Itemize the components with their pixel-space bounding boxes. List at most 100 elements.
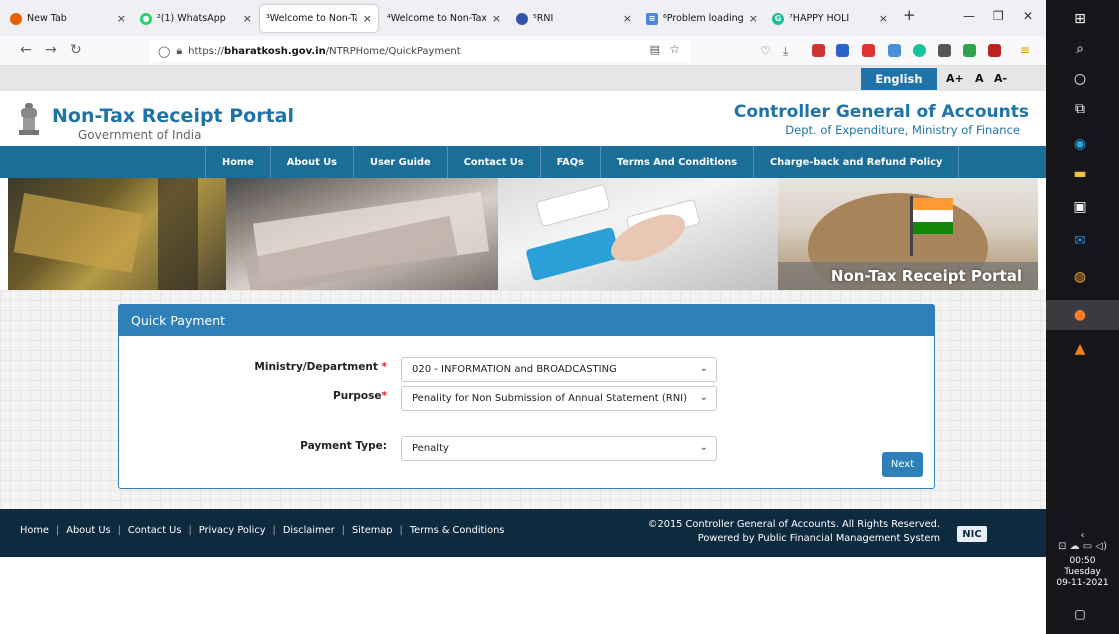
- rni-icon: [516, 12, 528, 25]
- ministry-label-text: Ministry/Department: [254, 361, 378, 373]
- url-prefix: https://: [188, 45, 225, 57]
- required-marker: *: [381, 361, 388, 373]
- clock-day: Tuesday: [1064, 567, 1101, 577]
- menu-faqs[interactable]: FAQs: [541, 146, 601, 178]
- payment-type-label: Payment Type:: [300, 440, 387, 452]
- close-icon[interactable]: ×: [243, 12, 252, 25]
- extension-icon[interactable]: [963, 44, 976, 57]
- file-explorer-icon[interactable]: ▬: [1069, 163, 1091, 185]
- menu-terms[interactable]: Terms And Conditions: [601, 146, 755, 178]
- taskbar-clock[interactable]: 00:50 Tuesday 09-11-2021: [1046, 556, 1119, 589]
- footer-link-about[interactable]: About Us: [66, 525, 110, 536]
- browser-nav-bar: ← → ↻ ◯ 🔒︎ https://bharatkosh.gov.in/NTR…: [0, 36, 1046, 66]
- tab-title: ⁴Welcome to Non-Tax Rec: [387, 13, 486, 24]
- tab-title: ⁶Problem loading pa: [663, 13, 743, 24]
- tab-welcome-2[interactable]: ⁴Welcome to Non-Tax Rec ×: [381, 5, 507, 32]
- footer-link-contact[interactable]: Contact Us: [128, 525, 182, 536]
- extension-icon[interactable]: [836, 44, 849, 57]
- extension-icon[interactable]: [888, 44, 901, 57]
- menu-icon[interactable]: ≡: [1020, 43, 1030, 57]
- tab-problem-loading[interactable]: ≡ ⁶Problem loading pa ×: [640, 5, 764, 32]
- cortana-icon[interactable]: ○: [1069, 68, 1091, 90]
- close-icon[interactable]: ×: [879, 12, 888, 25]
- reload-icon[interactable]: ↻: [70, 42, 82, 58]
- banner-caption: Non-Tax Receipt Portal: [830, 267, 1022, 285]
- tab-welcome-active[interactable]: ³Welcome to Non-Tax Rec ×: [260, 5, 378, 32]
- tab-new-tab[interactable]: New Tab ×: [4, 5, 132, 32]
- chevron-down-icon: ⌄: [699, 442, 708, 453]
- portal-title[interactable]: Non-Tax Receipt Portal: [52, 105, 294, 127]
- ministry-of-finance-image: [8, 178, 226, 290]
- firefox-icon: [10, 12, 22, 25]
- notification-icon[interactable]: ▢: [1069, 603, 1091, 625]
- extension-icon[interactable]: [988, 44, 1001, 57]
- copyright-text: ©2015 Controller General of Accounts. Al…: [647, 519, 940, 530]
- close-icon[interactable]: ×: [492, 12, 501, 25]
- new-tab-button[interactable]: +: [903, 6, 916, 24]
- purpose-select[interactable]: Penality for Non Submission of Annual St…: [401, 386, 717, 411]
- site-header: Non-Tax Receipt Portal Government of Ind…: [0, 91, 1046, 146]
- menu-contact-us[interactable]: Contact Us: [448, 146, 541, 178]
- chrome-icon[interactable]: ◍: [1069, 266, 1091, 288]
- forward-icon[interactable]: →: [45, 42, 57, 58]
- ministry-select[interactable]: 020 - INFORMATION and BROADCASTING ⌄: [401, 357, 717, 382]
- extension-icon[interactable]: [862, 44, 875, 57]
- close-icon[interactable]: ×: [363, 12, 372, 25]
- payment-type-select[interactable]: Penalty ⌄: [401, 436, 717, 461]
- footer-link-home[interactable]: Home: [20, 525, 49, 536]
- footer-copyright: ©2015 Controller General of Accounts. Al…: [648, 518, 940, 546]
- purpose-label: Purpose*: [119, 390, 387, 402]
- bookmark-star-icon[interactable]: ☆: [669, 42, 680, 56]
- clock-time: 00:50: [1069, 556, 1096, 566]
- reader-view-icon[interactable]: ▤: [650, 43, 660, 56]
- language-button[interactable]: English: [861, 68, 937, 90]
- font-normal-button[interactable]: A: [975, 72, 984, 85]
- minimize-icon[interactable]: —: [963, 9, 975, 23]
- purpose-label-text: Purpose: [333, 390, 382, 402]
- download-icon[interactable]: ⤓: [783, 44, 788, 59]
- restore-icon[interactable]: ❐: [993, 9, 1004, 23]
- pocket-icon[interactable]: ♡: [760, 44, 771, 58]
- footer-link-terms[interactable]: Terms & Conditions: [410, 525, 505, 536]
- tab-rni[interactable]: ⁵RNI ×: [510, 5, 638, 32]
- tab-happy-holi[interactable]: G ⁷HAPPY HOLI ×: [766, 5, 894, 32]
- footer-link-disclaimer[interactable]: Disclaimer: [283, 525, 335, 536]
- footer-link-sitemap[interactable]: Sitemap: [352, 525, 393, 536]
- ministry-select-value: 020 - INFORMATION and BROADCASTING: [412, 364, 617, 375]
- payment-type-select-value: Penalty: [412, 443, 449, 454]
- tab-whatsapp[interactable]: ● ²(1) WhatsApp ×: [134, 5, 258, 32]
- close-icon[interactable]: ×: [749, 12, 758, 25]
- menu-user-guide[interactable]: User Guide: [354, 146, 448, 178]
- windows-start-icon[interactable]: ⊞: [1069, 8, 1091, 30]
- tab-title: New Tab: [27, 13, 67, 24]
- vlc-icon[interactable]: ▲: [1069, 338, 1091, 360]
- grammarly-icon[interactable]: [913, 44, 926, 57]
- task-view-icon[interactable]: ⧉: [1069, 98, 1091, 120]
- search-icon[interactable]: ⌕: [1069, 38, 1091, 60]
- system-tray[interactable]: ‹ ⊡ ☁ ▭ ◁): [1046, 530, 1119, 552]
- doc-icon: ≡: [646, 12, 658, 25]
- chevron-down-icon: ⌄: [699, 363, 708, 374]
- store-icon[interactable]: ▣: [1069, 196, 1091, 218]
- close-window-icon[interactable]: ✕: [1023, 9, 1033, 23]
- menu-refund-policy[interactable]: Charge-back and Refund Policy: [754, 146, 960, 178]
- next-button[interactable]: Next: [882, 452, 923, 477]
- org-subtitle: Dept. of Expenditure, Ministry of Financ…: [785, 123, 1020, 137]
- menu-home[interactable]: Home: [205, 146, 271, 178]
- close-icon[interactable]: ×: [117, 12, 126, 25]
- font-decrease-button[interactable]: A-: [994, 72, 1007, 85]
- shield-icon: ◯: [158, 44, 171, 58]
- back-icon[interactable]: ←: [20, 42, 32, 58]
- font-increase-button[interactable]: A+: [946, 72, 964, 85]
- firefox-icon[interactable]: ●: [1069, 304, 1091, 326]
- extension-icon[interactable]: [812, 44, 825, 57]
- extension-icon[interactable]: [938, 44, 951, 57]
- footer-links: Home | About Us | Contact Us | Privacy Poli…: [20, 525, 505, 536]
- chevron-down-icon: ⌄: [699, 392, 708, 403]
- footer-link-privacy[interactable]: Privacy Policy: [199, 525, 266, 536]
- edge-icon[interactable]: ◉: [1069, 133, 1091, 155]
- url-bar[interactable]: ◯ 🔒︎ https://bharatkosh.gov.in/NTRPHome/…: [150, 40, 690, 62]
- close-icon[interactable]: ×: [623, 12, 632, 25]
- mail-icon[interactable]: ✉: [1069, 230, 1091, 252]
- menu-about-us[interactable]: About Us: [271, 146, 354, 178]
